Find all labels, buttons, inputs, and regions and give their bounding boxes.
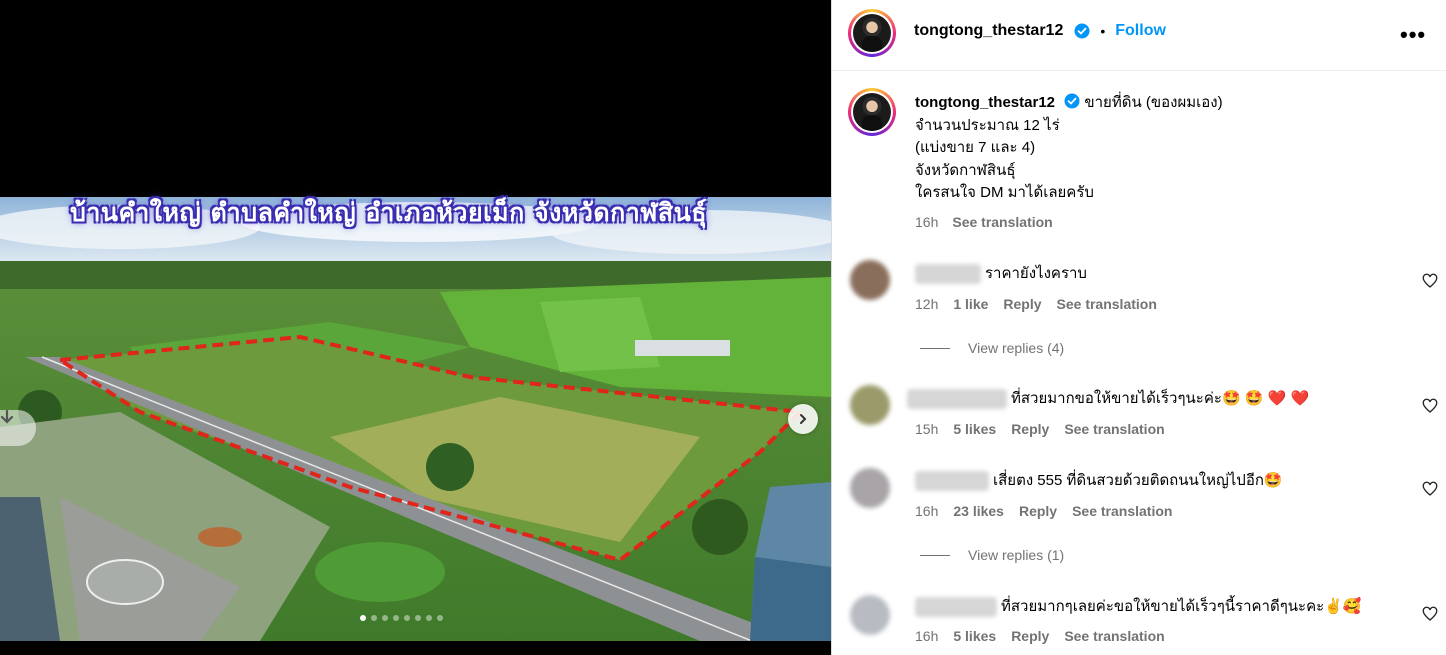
comment-likes[interactable]: 1 like	[953, 296, 988, 312]
caption-line: (แบ่งขาย 7 และ 4)	[915, 139, 1036, 156]
comment-text: ราคายังไงคราบ	[985, 265, 1087, 282]
next-slide-button[interactable]	[788, 404, 818, 434]
carousel-dot	[437, 615, 443, 621]
comment-meta: 15h 5 likes Reply See translation	[915, 421, 1165, 437]
commenter-username-blurred[interactable]	[915, 597, 997, 618]
heart-icon[interactable]	[1422, 481, 1438, 497]
author-username[interactable]: tongtong_thestar12	[914, 22, 1063, 40]
comment-likes[interactable]: 5 likes	[953, 421, 996, 437]
see-translation-button[interactable]: See translation	[1064, 628, 1164, 644]
post-dialog: บ้านคำใหญ่ ตำบลคำใหญ่ อำเภอห้วยเม็ก จังห…	[0, 0, 1446, 655]
separator-dot: •	[1100, 23, 1106, 39]
carousel-dot	[371, 615, 377, 621]
post-header: tongtong_thestar12 • Follow •••	[832, 0, 1446, 71]
comment-text: ที่สวยมากขอให้ขายได้เร็วๆนะค่ะ🤩 🤩 ❤️ ❤️	[1011, 390, 1310, 407]
follow-button[interactable]: Follow	[1115, 22, 1166, 40]
reply-button[interactable]: Reply	[1019, 503, 1057, 519]
heart-icon[interactable]	[1422, 398, 1438, 414]
commenter-avatar[interactable]	[850, 260, 890, 300]
caption-line: จังหวัดกาฬสินธุ์	[915, 161, 1016, 179]
heart-icon[interactable]	[1422, 273, 1438, 289]
caption-line: จำนวนประมาณ 12 ไร่	[915, 116, 1060, 134]
comment: ราคายังไงคราบ	[915, 263, 1415, 285]
comment-meta: 16h 5 likes Reply See translation	[915, 628, 1165, 644]
comment-likes[interactable]: 23 likes	[953, 503, 1004, 519]
comment-time[interactable]: 16h	[915, 503, 938, 519]
see-translation-button[interactable]: See translation	[1072, 503, 1172, 519]
post-caption: tongtong_thestar12 ขายที่ดิน (ของผมเอง) …	[915, 92, 1425, 233]
caption-line: ขายที่ดิน (ของผมเอง)	[1084, 94, 1223, 111]
aerial-land-photo	[0, 197, 831, 641]
comment: ที่สวยมากๆเลยค่ะขอให้ขายได้เร็วๆนี้ราคาด…	[915, 596, 1415, 618]
carousel-dot	[426, 615, 432, 621]
side-panel: tongtong_thestar12 • Follow ••• tongtong…	[831, 0, 1446, 655]
caption-author-avatar[interactable]	[848, 88, 896, 136]
comment: เสี่ยตง 555 ที่ดินสวยด้วยติดถนนใหญ่ไปอีก…	[915, 470, 1415, 492]
carousel-dot	[415, 615, 421, 621]
comment-text: ที่สวยมากๆเลยค่ะขอให้ขายได้เร็วๆนี้ราคาด…	[1001, 598, 1362, 615]
see-translation-button[interactable]: See translation	[1064, 421, 1164, 437]
verified-badge-icon	[1074, 23, 1090, 39]
reply-button[interactable]: Reply	[1011, 421, 1049, 437]
commenter-username-blurred[interactable]	[915, 264, 981, 285]
comment-likes[interactable]: 5 likes	[953, 628, 996, 644]
view-replies-button[interactable]: View replies (4)	[920, 340, 1064, 356]
author-avatar[interactable]	[848, 9, 896, 57]
commenter-avatar[interactable]	[850, 595, 890, 635]
reply-button[interactable]: Reply	[1011, 628, 1049, 644]
download-button[interactable]	[0, 410, 36, 446]
comment-text: เสี่ยตง 555 ที่ดินสวยด้วยติดถนนใหญ่ไปอีก…	[993, 472, 1283, 489]
carousel-dot	[382, 615, 388, 621]
more-options-icon[interactable]: •••	[1400, 22, 1426, 48]
comment-time[interactable]: 16h	[915, 628, 938, 644]
download-icon	[0, 410, 14, 424]
post-time[interactable]: 16h	[915, 211, 938, 234]
image-caption-overlay: บ้านคำใหญ่ ตำบลคำใหญ่ อำเภอห้วยเม็ก จังห…	[70, 198, 707, 227]
comment-meta: 16h 23 likes Reply See translation	[915, 503, 1172, 519]
carousel-dot	[404, 615, 410, 621]
commenter-avatar[interactable]	[850, 385, 890, 425]
commenter-avatar[interactable]	[850, 468, 890, 508]
commenter-username-blurred[interactable]	[915, 471, 989, 492]
comment-time[interactable]: 15h	[915, 421, 938, 437]
aerial-land-illustration	[0, 197, 831, 641]
caption-line: ใครสนใจ DM มาได้เลยครับ	[915, 184, 1094, 201]
see-translation-button[interactable]: See translation	[1057, 296, 1157, 312]
caption-username[interactable]: tongtong_thestar12	[915, 94, 1055, 111]
view-replies-label[interactable]: View replies (1)	[968, 547, 1064, 563]
comment-meta: 12h 1 like Reply See translation	[915, 296, 1157, 312]
reply-button[interactable]: Reply	[1003, 296, 1041, 312]
carousel-dot	[393, 615, 399, 621]
verified-badge-icon	[1064, 93, 1080, 109]
media-pane: บ้านคำใหญ่ ตำบลคำใหญ่ อำเภอห้วยเม็ก จังห…	[0, 0, 831, 655]
chevron-right-icon	[800, 414, 807, 424]
comment: ที่สวยมากขอให้ขายได้เร็วๆนะค่ะ🤩 🤩 ❤️ ❤️	[907, 388, 1407, 410]
view-replies-label[interactable]: View replies (4)	[968, 340, 1064, 356]
view-replies-button[interactable]: View replies (1)	[920, 547, 1064, 563]
heart-icon[interactable]	[1422, 606, 1438, 622]
carousel-indicator	[360, 615, 443, 621]
see-translation-button[interactable]: See translation	[952, 211, 1052, 234]
commenter-username-blurred[interactable]	[907, 389, 1007, 410]
carousel-dot	[360, 615, 366, 621]
comment-time[interactable]: 12h	[915, 296, 938, 312]
